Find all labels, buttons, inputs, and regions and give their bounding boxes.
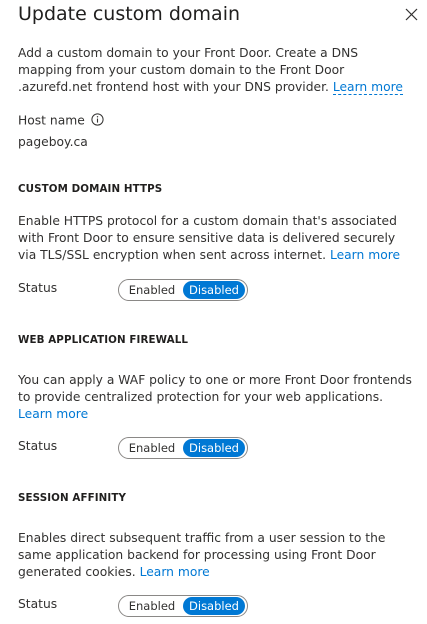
session-affinity-enabled-option[interactable]: Enabled — [121, 597, 183, 615]
session-affinity-disabled-option[interactable]: Disabled — [183, 597, 245, 615]
https-disabled-option[interactable]: Disabled — [183, 281, 245, 299]
waf-enabled-option[interactable]: Enabled — [121, 439, 183, 457]
host-name-value: pageboy.ca — [18, 135, 88, 149]
waf-description-text: You can apply a WAF policy to one or mor… — [18, 373, 412, 404]
section-heading-waf: WEB APPLICATION FIREWALL — [18, 334, 189, 346]
section-description-waf: You can apply a WAF policy to one or mor… — [18, 372, 414, 423]
session-affinity-status-toggle: Enabled Disabled — [118, 595, 248, 617]
waf-learn-more-link[interactable]: Learn more — [18, 407, 88, 421]
host-name-label: Host name — [18, 113, 85, 128]
update-custom-domain-panel: Update custom domain Add a custom domain… — [0, 0, 427, 624]
intro-learn-more-link[interactable]: Learn more — [332, 80, 403, 95]
intro-description: Add a custom domain to your Front Door. … — [18, 45, 414, 96]
waf-disabled-option[interactable]: Disabled — [183, 439, 245, 457]
section-heading-session-affinity: SESSION AFFINITY — [18, 492, 127, 504]
session-affinity-status-label: Status — [18, 597, 58, 611]
host-name-label-row: Host name — [18, 113, 104, 129]
session-affinity-learn-more-link[interactable]: Learn more — [140, 565, 210, 579]
close-icon[interactable] — [402, 5, 420, 23]
intro-text: Add a custom domain to your Front Door. … — [18, 46, 359, 94]
info-icon[interactable] — [91, 113, 104, 129]
https-status-label: Status — [18, 281, 58, 295]
waf-status-toggle: Enabled Disabled — [118, 437, 248, 459]
section-description-https: Enable HTTPS protocol for a custom domai… — [18, 213, 414, 264]
https-learn-more-link[interactable]: Learn more — [330, 248, 400, 262]
section-description-session-affinity: Enables direct subsequent traffic from a… — [18, 530, 414, 581]
https-enabled-option[interactable]: Enabled — [121, 281, 183, 299]
https-status-toggle: Enabled Disabled — [118, 279, 248, 301]
waf-status-label: Status — [18, 439, 58, 453]
section-heading-https: CUSTOM DOMAIN HTTPS — [18, 183, 163, 195]
panel-title: Update custom domain — [18, 3, 241, 25]
